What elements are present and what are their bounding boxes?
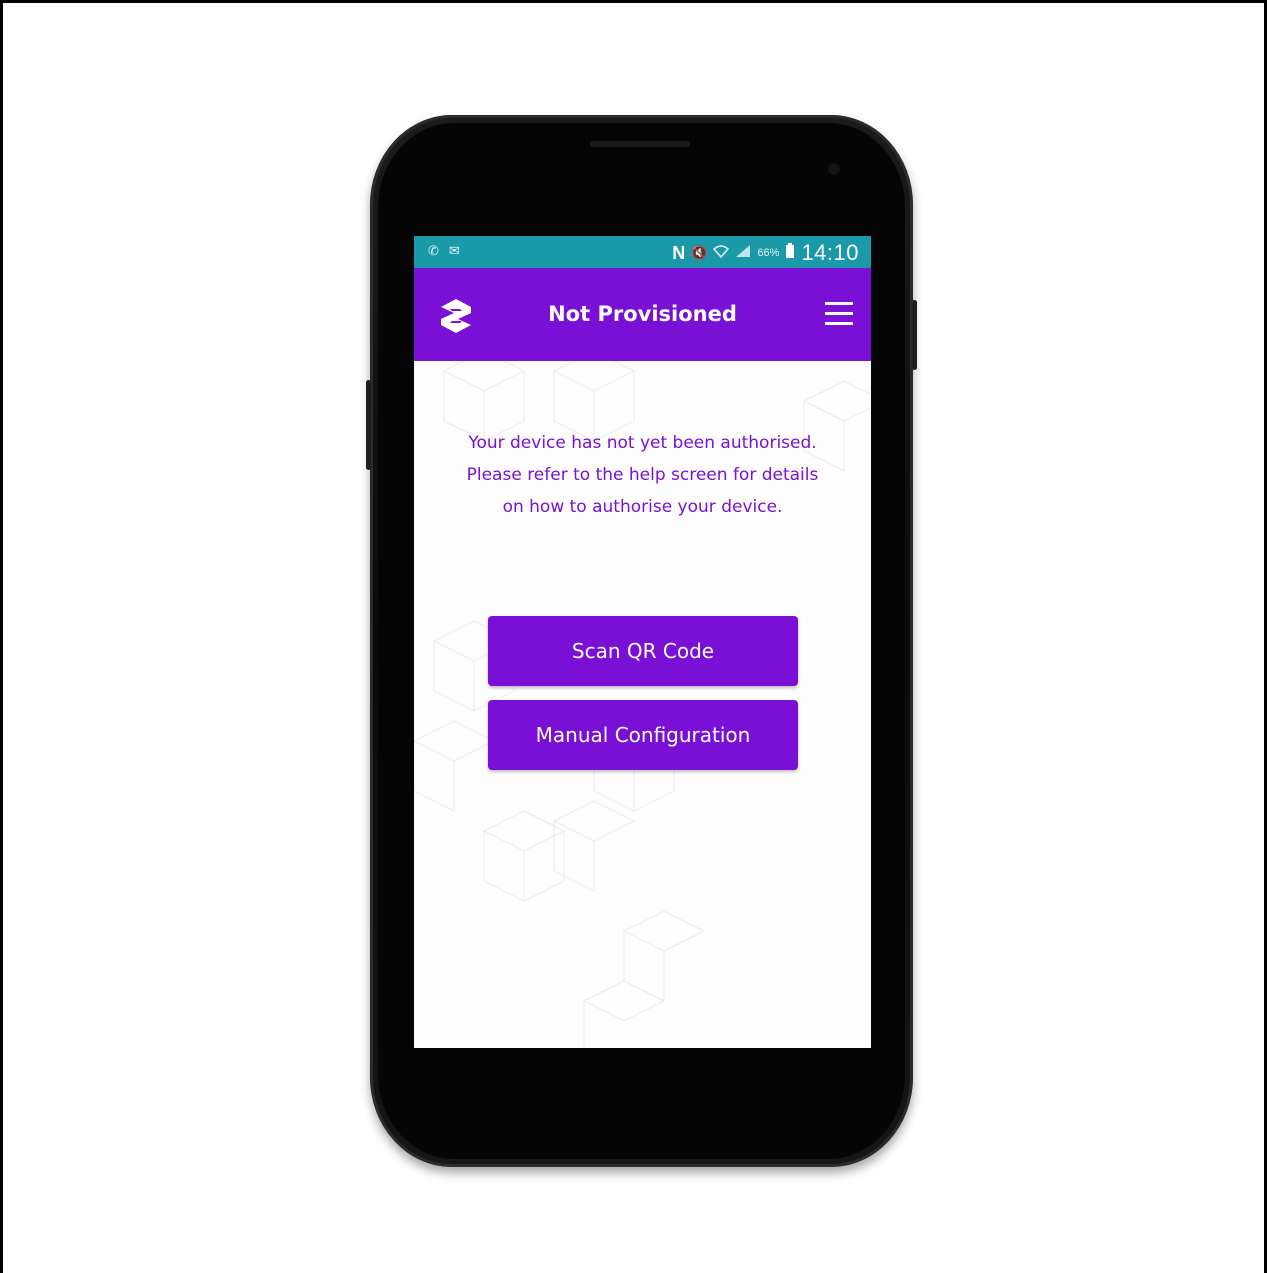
status-right-icons: N 🔇 66% 14:10	[672, 240, 859, 266]
not-provisioned-message: Your device has not yet been authorised.…	[466, 433, 819, 517]
status-left-icons: ✆ ✉	[428, 243, 460, 259]
hamburger-menu-icon[interactable]	[825, 302, 853, 326]
app-bar: Not Provisioned	[414, 268, 871, 361]
clock: 14:10	[801, 240, 859, 265]
page-title: Not Provisioned	[548, 302, 737, 326]
manual-configuration-button[interactable]: Manual Configuration	[488, 700, 798, 770]
front-camera	[828, 163, 840, 175]
nfc-icon: N	[672, 242, 686, 263]
wifi-icon	[713, 244, 730, 262]
phone-screen: ✆ ✉ N 🔇 66% 14:10 Not Provisioned Your d…	[414, 236, 871, 1048]
status-bar: ✆ ✉ N 🔇 66% 14:10	[414, 236, 871, 268]
volume-button	[366, 380, 371, 470]
power-button	[912, 300, 917, 370]
earpiece-speaker	[590, 141, 690, 147]
message-icon: ✉	[448, 243, 460, 258]
phone-call-icon: ✆	[428, 243, 439, 258]
battery-percent: 66%	[757, 247, 780, 259]
battery-icon	[785, 242, 795, 264]
main-content: Your device has not yet been authorised.…	[414, 361, 871, 1048]
mute-icon: 🔇	[691, 245, 708, 260]
scan-qr-code-button[interactable]: Scan QR Code	[488, 616, 798, 686]
signal-icon	[735, 244, 751, 262]
